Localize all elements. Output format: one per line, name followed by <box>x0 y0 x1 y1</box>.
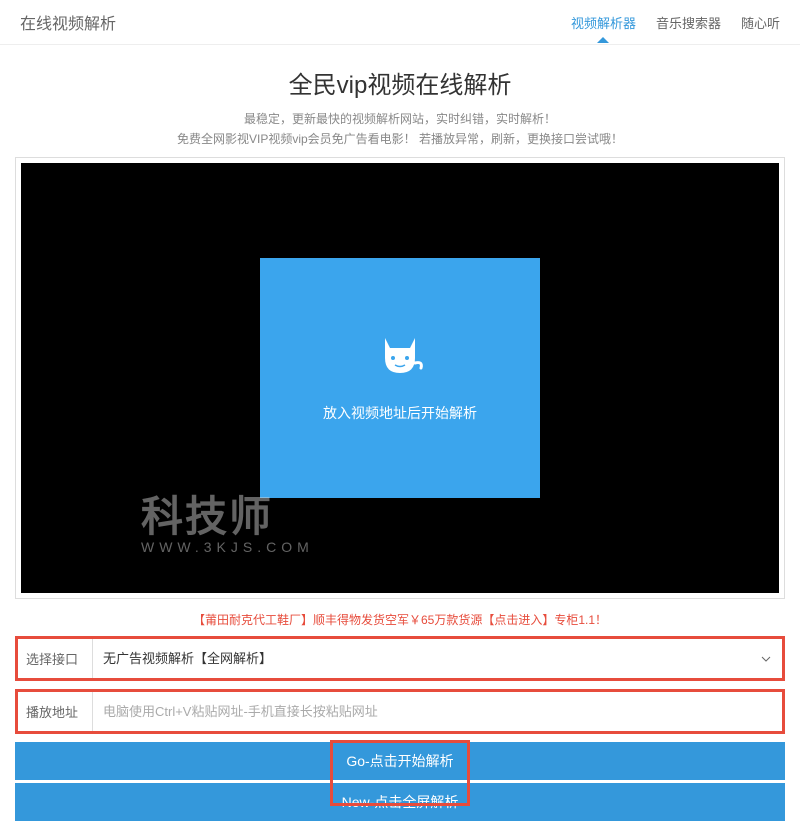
subtitle-1: 最稳定，更新最快的视频解析网站，实时纠错，实时解析！ <box>0 110 800 127</box>
subtitle-2: 免费全网影视VIP视频vip会员免广告看电影！ 若播放异常，刷新，更换接口尝试哦… <box>0 130 800 147</box>
main-title: 全民vip视频在线解析 <box>0 65 800 100</box>
promo-link[interactable]: 【莆田耐克代工鞋厂】顺丰得物发货空军￥65万款货源【点击进入】专柜1.1！ <box>0 611 800 628</box>
video-player[interactable]: 放入视频地址后开始解析 科技师 WWW.3KJS.COM <box>21 163 779 593</box>
url-row: 播放地址 <box>15 689 785 734</box>
player-prompt: 放入视频地址后开始解析 <box>323 403 477 423</box>
url-input[interactable] <box>93 692 782 731</box>
player-placeholder: 放入视频地址后开始解析 <box>260 258 540 498</box>
button-container: Go-点击开始解析 New-点击全屏解析 <box>15 742 785 821</box>
nav: 视频解析器 音乐搜索器 随心听 <box>571 13 780 32</box>
nav-video-parser[interactable]: 视频解析器 <box>571 13 636 32</box>
interface-label: 选择接口 <box>18 639 93 678</box>
video-container: 放入视频地址后开始解析 科技师 WWW.3KJS.COM <box>15 157 785 599</box>
interface-row: 选择接口 无广告视频解析【全网解析】 <box>15 636 785 681</box>
header: 在线视频解析 视频解析器 音乐搜索器 随心听 <box>0 0 800 45</box>
nav-music-search[interactable]: 音乐搜索器 <box>656 13 721 32</box>
new-button[interactable]: New-点击全屏解析 <box>15 783 785 821</box>
nav-listen[interactable]: 随心听 <box>741 13 780 32</box>
cat-icon <box>375 333 425 378</box>
watermark-sub: WWW.3KJS.COM <box>141 539 314 555</box>
header-title: 在线视频解析 <box>20 10 116 34</box>
go-button[interactable]: Go-点击开始解析 <box>15 742 785 780</box>
url-label: 播放地址 <box>18 692 93 731</box>
interface-select[interactable]: 无广告视频解析【全网解析】 <box>93 639 782 678</box>
